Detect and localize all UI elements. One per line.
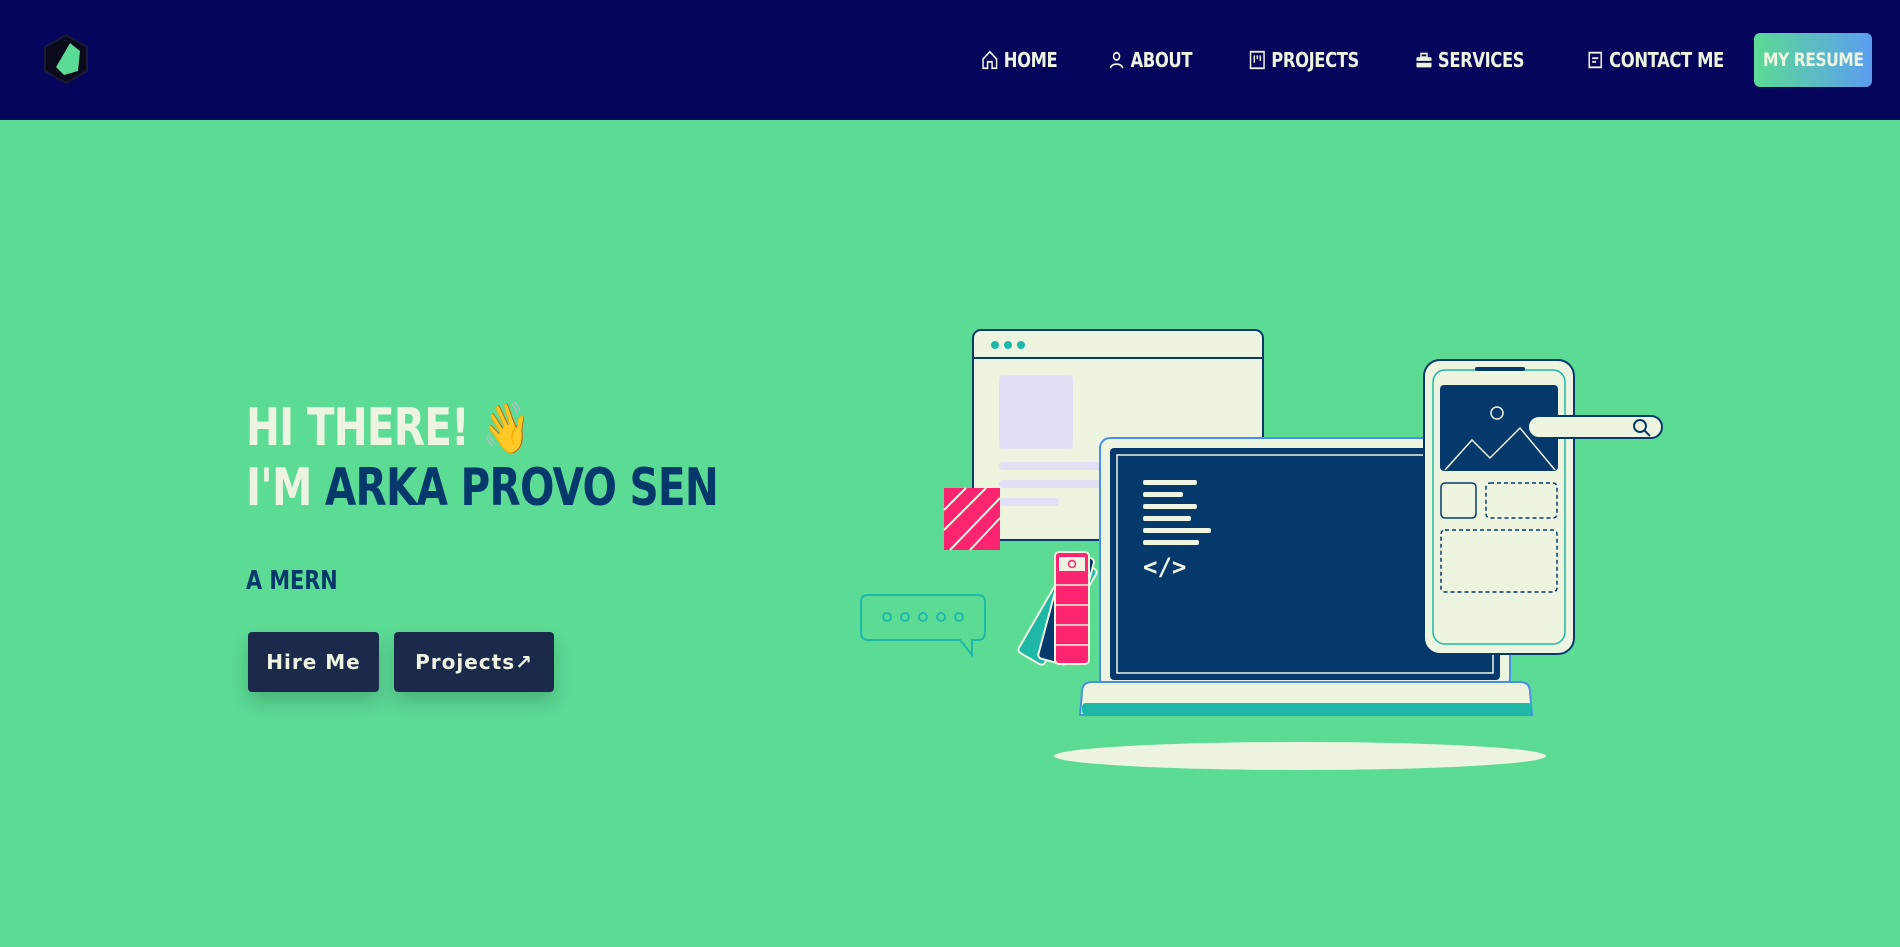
resume-button-label: MY RESUME bbox=[1762, 49, 1864, 71]
color-swatch-graphic bbox=[1017, 551, 1098, 666]
person-name: ARKA PROVO SEN bbox=[324, 458, 719, 518]
user-icon bbox=[1109, 51, 1124, 69]
nav-contact[interactable]: Contact Me bbox=[1586, 48, 1724, 72]
nav-links: Home About Projects Services Contact Me … bbox=[932, 33, 1872, 87]
home-icon bbox=[982, 50, 998, 70]
projects-button[interactable]: Projects↗ bbox=[394, 632, 554, 692]
pink-hatch-graphic bbox=[943, 487, 1001, 551]
nav-about[interactable]: About bbox=[1108, 48, 1193, 72]
nav-home[interactable]: Home bbox=[980, 48, 1057, 72]
nav-home-label: Home bbox=[1003, 48, 1058, 72]
nav-contact-label: Contact Me bbox=[1609, 48, 1724, 72]
svg-text:</>: </> bbox=[1143, 553, 1186, 581]
nav-about-label: About bbox=[1130, 48, 1193, 72]
toolbox-icon bbox=[1416, 52, 1432, 68]
greeting-line: HI THERE! 👋 bbox=[246, 398, 718, 458]
nav-projects-label: Projects bbox=[1271, 48, 1360, 72]
name-line: I'M ARKA PROVO SEN bbox=[246, 458, 719, 518]
speech-bubble-graphic bbox=[860, 594, 986, 658]
nav-services[interactable]: Services bbox=[1415, 48, 1525, 72]
kanban-icon bbox=[1249, 50, 1265, 70]
logo[interactable] bbox=[40, 33, 92, 85]
hero-illustration: </> bbox=[860, 329, 1663, 770]
intro-prefix: I'M bbox=[246, 458, 312, 518]
hero-heading: HI THERE! 👋 I'M ARKA PROVO SEN bbox=[246, 398, 851, 518]
wave-emoji: 👋 bbox=[482, 399, 531, 457]
navbar: Home About Projects Services Contact Me … bbox=[0, 0, 1900, 120]
hire-me-button[interactable]: Hire Me bbox=[248, 632, 379, 692]
nav-projects[interactable]: Projects bbox=[1248, 48, 1359, 72]
nav-services-label: Services bbox=[1437, 48, 1525, 72]
resume-button[interactable]: MY RESUME bbox=[1754, 33, 1872, 87]
chat-icon bbox=[1588, 51, 1603, 69]
subtitle: A MERN bbox=[246, 566, 338, 596]
phone-graphic bbox=[1423, 359, 1663, 655]
greeting: HI THERE! bbox=[246, 398, 470, 458]
